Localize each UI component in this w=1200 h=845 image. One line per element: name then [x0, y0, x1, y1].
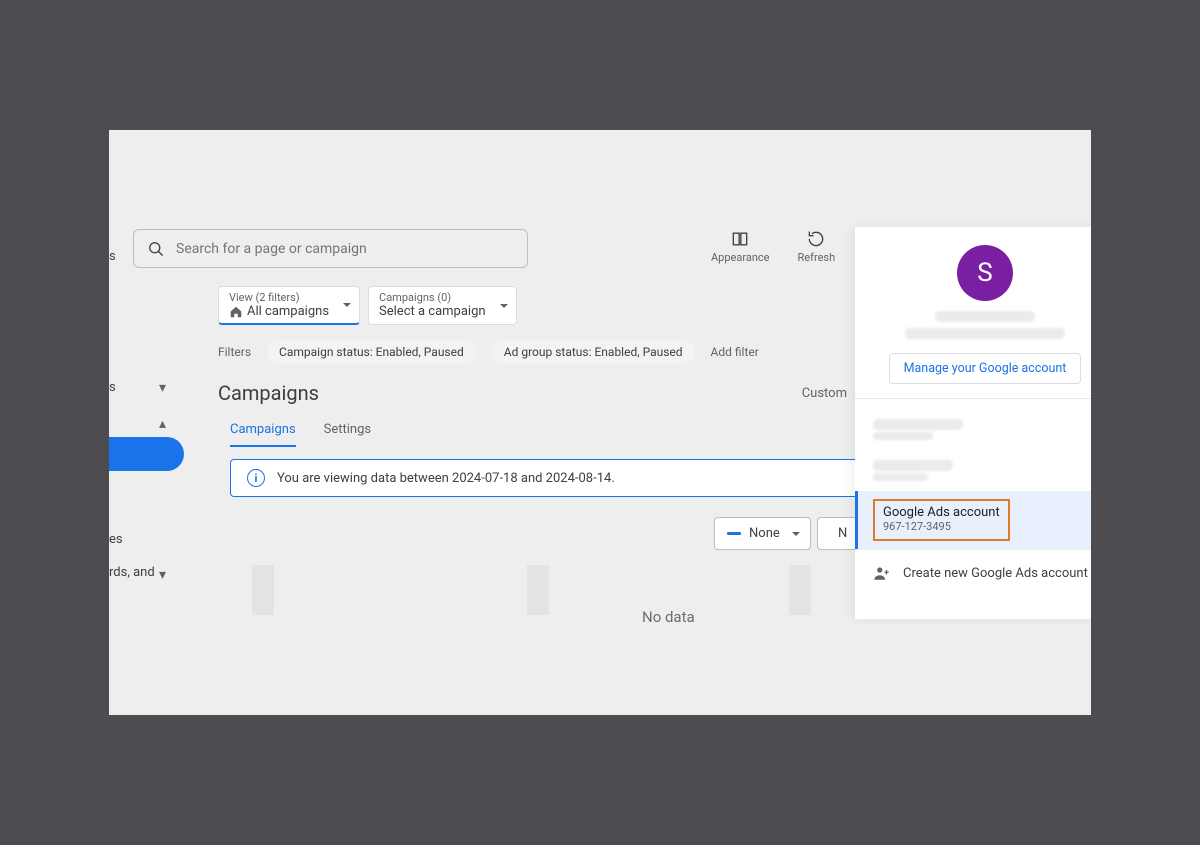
- app-frame: s s ▾ ▴ es rds, and ▾ Appearance Refresh…: [109, 130, 1091, 715]
- account-list: Google Ads account 967-127-3495: [855, 399, 1091, 549]
- view-dropdown-bottom: All campaigns: [229, 304, 329, 319]
- add-filter-button[interactable]: Add filter: [711, 345, 759, 359]
- campaign-dropdown-top: Campaigns (0): [379, 291, 486, 304]
- create-account-label: Create new Google Ads account: [903, 566, 1088, 581]
- filter-chip-campaign-status[interactable]: Campaign status: Enabled, Paused: [267, 340, 476, 364]
- info-icon: i: [247, 469, 265, 487]
- account-id: 967-127-3495: [883, 520, 1000, 533]
- chart-placeholder-bar: [527, 565, 549, 615]
- chevron-down-icon[interactable]: ▾: [159, 380, 166, 396]
- caret-down-icon: [500, 304, 508, 308]
- caret-down-icon: [792, 532, 800, 536]
- series-blue-icon: [727, 532, 741, 535]
- account-panel: S Manage your Google account Google Ads …: [855, 227, 1091, 619]
- appearance-label: Appearance: [711, 251, 770, 264]
- chart-placeholder-bar: [252, 565, 274, 615]
- sidebar-fragment: s s ▾ ▴ es rds, and ▾: [109, 130, 169, 715]
- tab-bar: Campaigns Settings: [230, 422, 371, 447]
- highlighted-account-box: Google Ads account 967-127-3495: [873, 499, 1010, 541]
- account-item[interactable]: [855, 450, 1091, 491]
- refresh-label: Refresh: [798, 251, 836, 264]
- chart-placeholder-bar: [789, 565, 811, 615]
- scope-dropdown-row: View (2 filters) All campaigns Campaigns…: [218, 286, 517, 325]
- search-input[interactable]: [176, 241, 515, 257]
- sidebar-active-pill[interactable]: [109, 437, 184, 471]
- avatar[interactable]: S: [957, 245, 1013, 301]
- metric-2-value: N: [838, 526, 847, 541]
- campaign-dropdown[interactable]: Campaigns (0) Select a campaign: [368, 286, 517, 325]
- appearance-button[interactable]: Appearance: [711, 229, 770, 264]
- sidebar-frag-text: es: [109, 532, 123, 547]
- daterange-mode-label: Custom: [802, 386, 847, 401]
- no-data-label: No data: [642, 608, 695, 626]
- info-text: You are viewing data between 2024-07-18 …: [277, 471, 615, 486]
- view-dropdown-value: All campaigns: [247, 304, 329, 319]
- page-title: Campaigns: [218, 381, 319, 405]
- manage-account-button[interactable]: Manage your Google account: [889, 353, 1082, 384]
- account-item-selected[interactable]: Google Ads account 967-127-3495: [855, 491, 1091, 549]
- sidebar-frag-text: s: [109, 249, 116, 264]
- chevron-up-icon[interactable]: ▴: [159, 416, 166, 432]
- filters-row: Filters Campaign status: Enabled, Paused…: [218, 340, 759, 364]
- refresh-button[interactable]: Refresh: [798, 229, 836, 264]
- redacted-email: [905, 328, 1065, 339]
- search-box[interactable]: [133, 229, 528, 268]
- filters-label: Filters: [218, 345, 251, 359]
- view-dropdown[interactable]: View (2 filters) All campaigns: [218, 286, 360, 325]
- refresh-icon: [806, 229, 826, 249]
- account-item[interactable]: [855, 409, 1091, 450]
- redacted-name: [935, 311, 1035, 322]
- tab-campaigns[interactable]: Campaigns: [230, 422, 296, 447]
- view-dropdown-top: View (2 filters): [229, 291, 329, 304]
- person-add-icon: [873, 564, 891, 582]
- search-icon: [146, 239, 166, 259]
- metric-selector-1[interactable]: None: [714, 517, 811, 550]
- account-title: Google Ads account: [883, 505, 1000, 520]
- sidebar-frag-text: rds, and: [109, 565, 155, 580]
- appearance-icon: [730, 229, 750, 249]
- tab-settings[interactable]: Settings: [324, 422, 371, 447]
- caret-down-icon: [343, 303, 351, 307]
- sidebar-frag-text: s: [109, 380, 116, 395]
- home-icon: [229, 305, 243, 319]
- create-account-button[interactable]: Create new Google Ads account: [855, 549, 1091, 596]
- metric-1-value: None: [749, 526, 780, 541]
- chevron-down-icon[interactable]: ▾: [159, 567, 166, 583]
- campaign-dropdown-value: Select a campaign: [379, 304, 486, 319]
- filter-chip-adgroup-status[interactable]: Ad group status: Enabled, Paused: [492, 340, 695, 364]
